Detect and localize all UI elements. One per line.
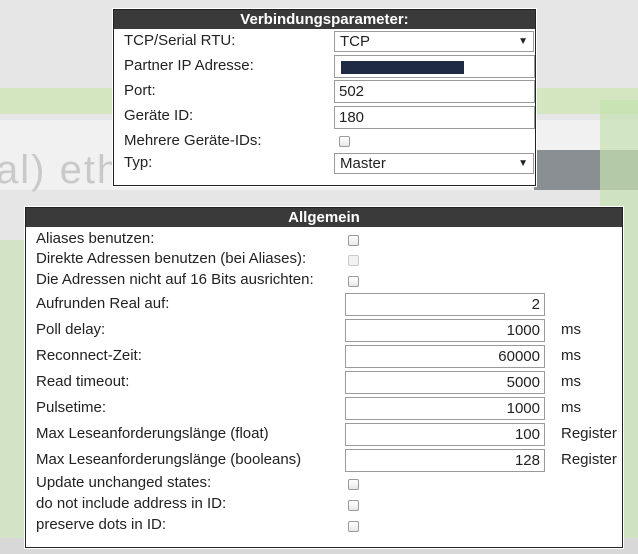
no-address-in-id-checkbox[interactable] bbox=[348, 500, 359, 511]
reconnect-input[interactable]: 60000 bbox=[345, 345, 545, 368]
typ-value: Master bbox=[340, 155, 386, 172]
pulsetime-input[interactable]: 1000 bbox=[345, 397, 545, 420]
panel-title: Allgemein bbox=[26, 208, 622, 227]
general-panel: Allgemein Aliases benutzen: Direkte Adre… bbox=[25, 207, 623, 548]
aliases-label: Aliases benutzen: bbox=[36, 230, 155, 247]
nicht-16-bits-label: Die Adressen nicht auf 16 Bits ausrichte… bbox=[36, 271, 314, 288]
mehrere-ids-checkbox[interactable] bbox=[339, 136, 350, 147]
aliases-checkbox[interactable] bbox=[348, 235, 359, 246]
read-timeout-input[interactable]: 5000 bbox=[345, 371, 545, 394]
direkte-adressen-label: Direkte Adressen benutzen (bei Aliases): bbox=[36, 250, 307, 267]
partner-ip-input[interactable] bbox=[334, 55, 535, 78]
update-unchanged-label: Update unchanged states: bbox=[36, 474, 212, 491]
port-label: Port: bbox=[124, 82, 156, 99]
max-float-label: Max Leseanforderungslänge (float) bbox=[36, 425, 269, 442]
no-address-in-id-label: do not include address in ID: bbox=[36, 495, 227, 512]
partner-ip-label: Partner IP Adresse: bbox=[124, 57, 254, 74]
panel-title: Verbindungsparameter: bbox=[114, 10, 535, 29]
connection-parameters-panel: Verbindungsparameter: TCP/Serial RTU: TC… bbox=[113, 9, 536, 186]
geraete-id-input[interactable]: 180 bbox=[334, 106, 535, 129]
background-watermark: al) eth bbox=[0, 148, 122, 192]
max-float-unit: Register bbox=[561, 425, 617, 442]
tcp-serial-value: TCP bbox=[340, 33, 370, 50]
poll-delay-unit: ms bbox=[561, 321, 581, 338]
preserve-dots-label: preserve dots in ID: bbox=[36, 516, 167, 533]
geraete-id-label: Geräte ID: bbox=[124, 107, 194, 124]
pulsetime-label: Pulsetime: bbox=[36, 399, 107, 416]
port-input[interactable]: 502 bbox=[334, 80, 535, 103]
max-bool-label: Max Leseanforderungslänge (booleans) bbox=[36, 451, 302, 468]
reconnect-label: Reconnect-Zeit: bbox=[36, 347, 142, 364]
read-timeout-unit: ms bbox=[561, 373, 581, 390]
direkte-adressen-checkbox bbox=[348, 255, 359, 266]
typ-label: Typ: bbox=[124, 154, 153, 171]
nicht-16-bits-checkbox[interactable] bbox=[348, 276, 359, 287]
poll-delay-input[interactable]: 1000 bbox=[345, 319, 545, 342]
poll-delay-label: Poll delay: bbox=[36, 321, 106, 338]
aufrunden-input[interactable]: 2 bbox=[345, 293, 545, 316]
max-bool-unit: Register bbox=[561, 451, 617, 468]
tcp-serial-label: TCP/Serial RTU: bbox=[124, 32, 236, 49]
max-float-input[interactable]: 100 bbox=[345, 423, 545, 446]
preserve-dots-checkbox[interactable] bbox=[348, 521, 359, 532]
aufrunden-label: Aufrunden Real auf: bbox=[36, 295, 170, 312]
typ-select[interactable]: Master ▼ bbox=[334, 153, 534, 174]
read-timeout-label: Read timeout: bbox=[36, 373, 130, 390]
update-unchanged-checkbox[interactable] bbox=[348, 479, 359, 490]
redacted-ip bbox=[341, 61, 464, 74]
dropdown-arrow-icon: ▼ bbox=[518, 158, 528, 169]
max-bool-input[interactable]: 128 bbox=[345, 449, 545, 472]
mehrere-ids-label: Mehrere Geräte-IDs: bbox=[124, 132, 262, 149]
pulsetime-unit: ms bbox=[561, 399, 581, 416]
tcp-serial-select[interactable]: TCP ▼ bbox=[334, 31, 534, 52]
background-band bbox=[0, 240, 28, 540]
reconnect-unit: ms bbox=[561, 347, 581, 364]
dropdown-arrow-icon: ▼ bbox=[518, 36, 528, 47]
